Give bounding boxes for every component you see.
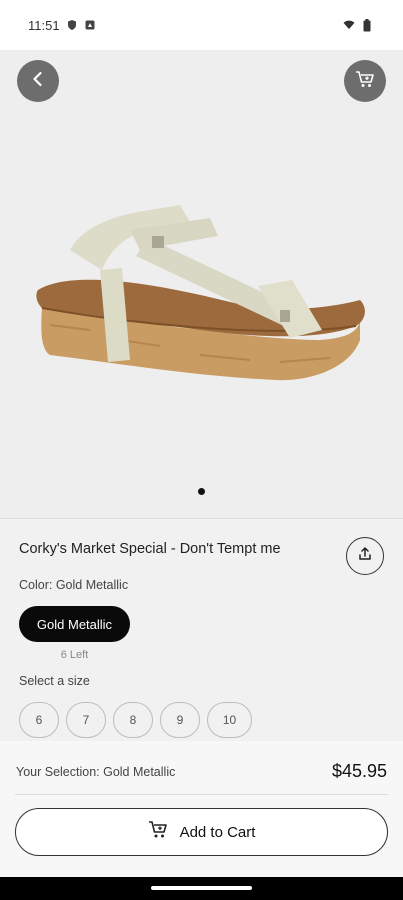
battery-icon	[363, 19, 375, 32]
add-to-cart-label: Add to Cart	[179, 823, 256, 841]
notification-icon	[84, 19, 96, 31]
home-indicator[interactable]	[151, 886, 252, 890]
price: $45.95	[331, 761, 387, 781]
status-time: 11:51	[28, 17, 60, 33]
carousel-indicator	[198, 488, 205, 495]
stock-left: 6 Left	[60, 649, 89, 661]
product-image	[36, 205, 365, 381]
wifi-icon	[343, 19, 355, 31]
product-image-gallery[interactable]	[0, 50, 403, 518]
share-button[interactable]	[346, 537, 384, 575]
size-option-9[interactable]: 9	[160, 702, 200, 738]
divider	[15, 794, 388, 795]
size-label: Select a size	[19, 674, 90, 688]
color-label: Color: Gold Metallic	[19, 578, 129, 592]
share-icon	[357, 546, 373, 567]
size-option-8[interactable]: 8	[113, 702, 153, 738]
size-option-10[interactable]: 10	[207, 702, 252, 738]
color-option-gold-metallic[interactable]: Gold Metallic	[19, 606, 130, 642]
add-to-cart-button[interactable]: Add to Cart	[15, 808, 388, 856]
system-nav-bar	[0, 877, 403, 900]
product-title: Corky's Market Special - Don't Tempt me	[19, 541, 281, 557]
selection-summary: Your Selection: Gold Metallic	[16, 765, 176, 779]
add-cart-icon	[148, 820, 170, 844]
size-option-6[interactable]: 6	[19, 702, 59, 738]
size-option-7[interactable]: 7	[66, 702, 106, 738]
status-bar: 11:51	[0, 0, 403, 50]
shield-icon	[66, 19, 78, 31]
cart-icon	[354, 68, 376, 95]
cart-button[interactable]	[344, 60, 386, 102]
product-details: Corky's Market Special - Don't Tempt me …	[0, 519, 403, 741]
size-options: 6 7 8 9 10	[19, 702, 252, 738]
back-button[interactable]	[17, 60, 59, 102]
purchase-footer: Your Selection: Gold Metallic $45.95 Add…	[0, 741, 403, 877]
back-arrow-icon	[29, 70, 47, 93]
